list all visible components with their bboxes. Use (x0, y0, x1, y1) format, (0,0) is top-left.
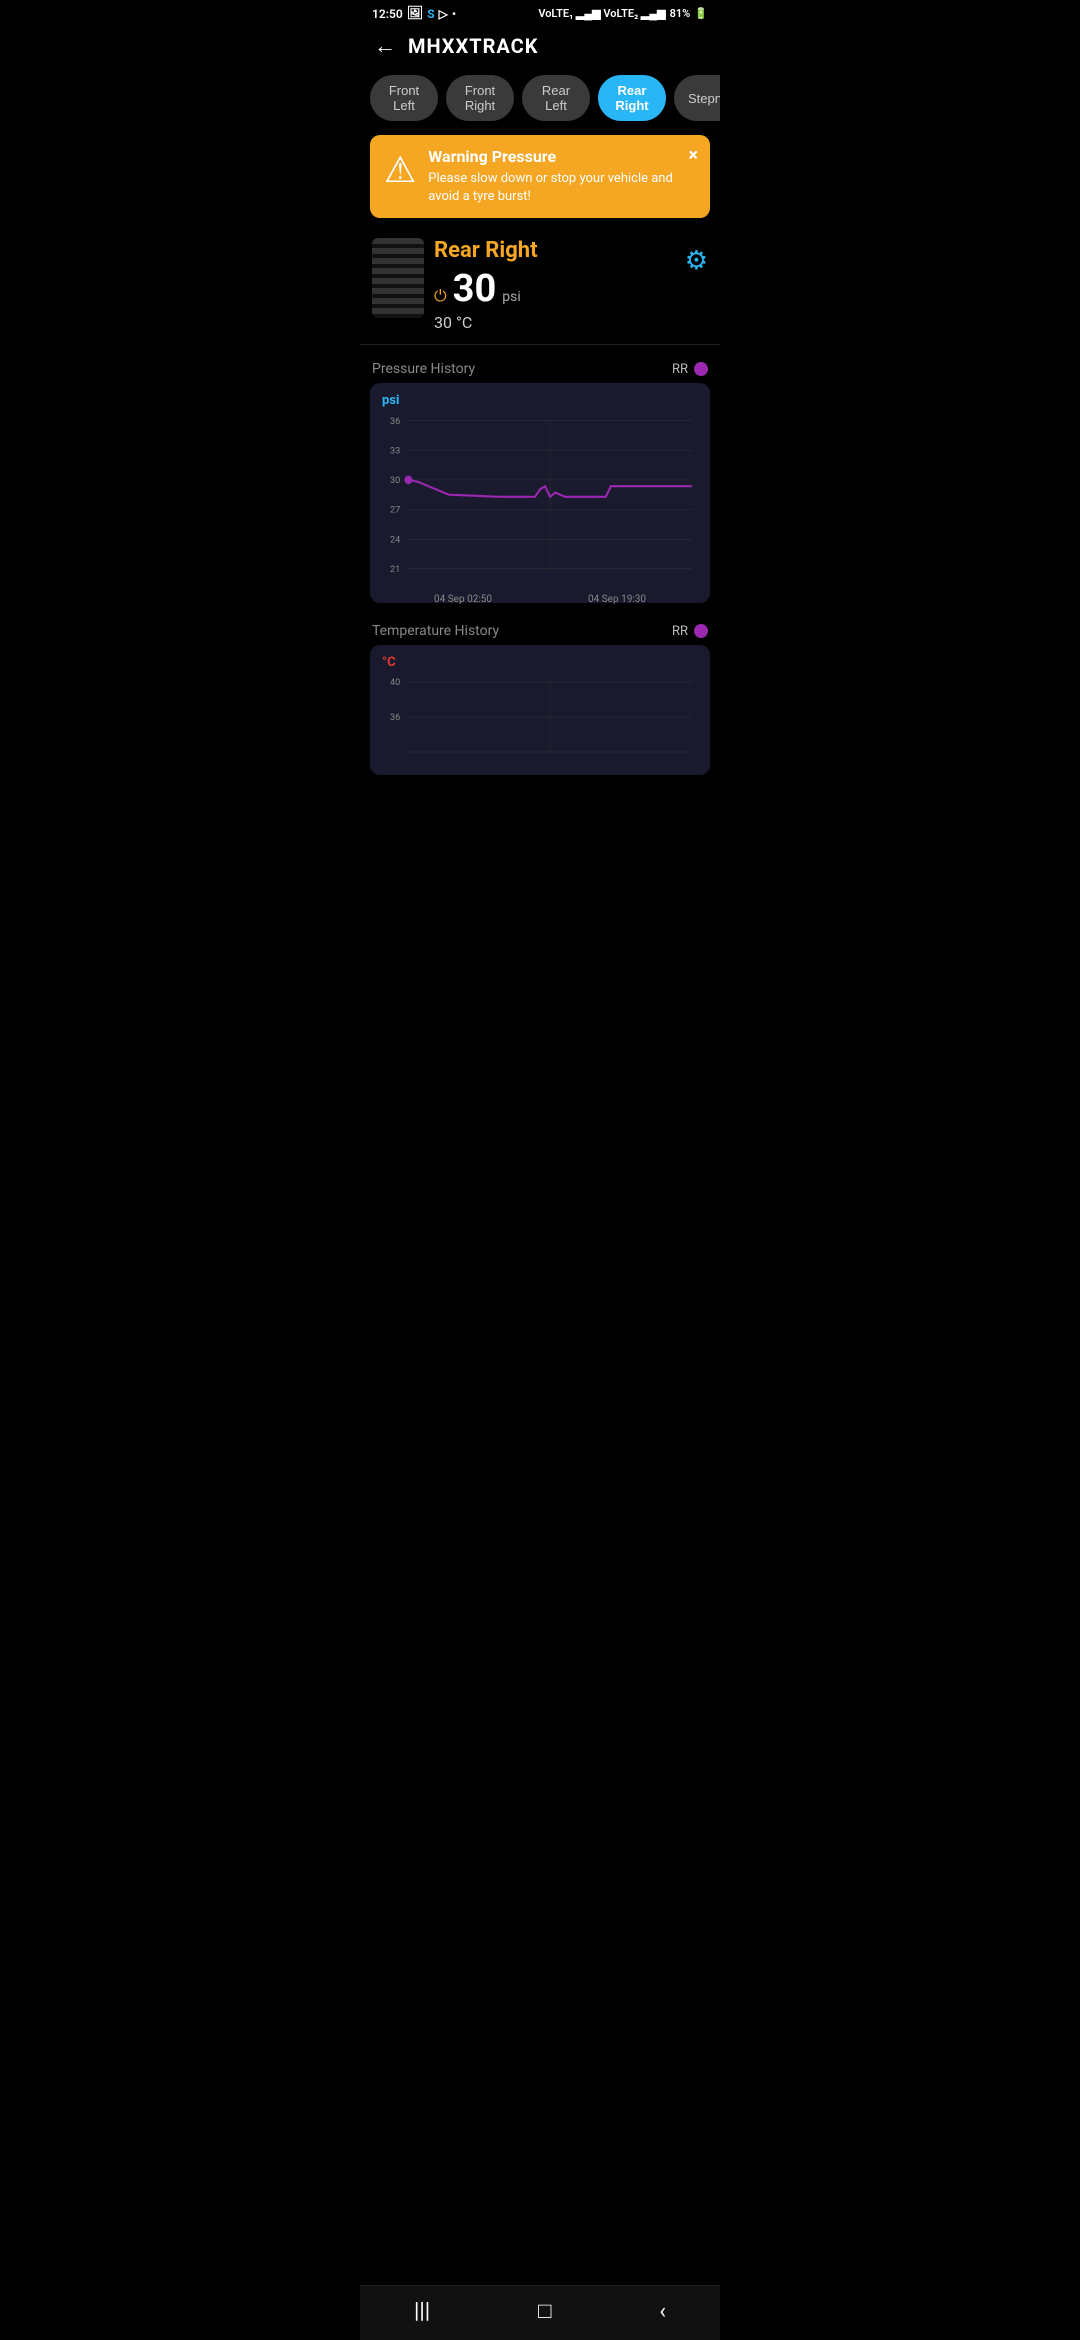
warning-close-button[interactable]: × (688, 145, 698, 166)
pressure-history-header: Pressure History RR (360, 351, 720, 383)
warning-description: Please slow down or stop your vehicle an… (428, 170, 696, 206)
nav-menu-button[interactable]: ||| (414, 2299, 430, 2324)
temperature-legend-dot (694, 624, 708, 638)
tire-name: Rear Right (434, 238, 675, 263)
time-label: 12:50 (372, 7, 403, 21)
svg-text:36: 36 (390, 713, 400, 723)
svg-text:40: 40 (390, 678, 400, 688)
tire-temperature: 30 °C (434, 313, 675, 332)
temperature-history-title: Temperature History (372, 623, 499, 639)
tire-card: Rear Right ⏻ 30 psi 30 °C ⚙ (360, 228, 720, 338)
pressure-icon: ⏻ (434, 286, 447, 306)
tire-image (372, 238, 424, 318)
s-icon: S (427, 7, 434, 21)
warning-triangle-icon: ⚠ (384, 149, 416, 191)
header: ← MHXXTRACK (360, 25, 720, 69)
tab-rear-right[interactable]: RearRight (598, 75, 666, 121)
pressure-chart-area: 36 33 30 27 24 21 (378, 410, 702, 590)
settings-button[interactable]: ⚙ (685, 246, 708, 276)
pressure-legend-label: RR (672, 362, 688, 377)
pressure-value: 30 (453, 267, 497, 311)
status-left: 12:50 🖼 S ▷ • (372, 6, 456, 21)
temperature-chart-svg: 40 36 (378, 672, 702, 762)
svg-text:24: 24 (390, 535, 401, 546)
divider-1 (360, 344, 720, 345)
warning-title: Warning Pressure (428, 147, 696, 166)
tab-front-left[interactable]: FrontLeft (370, 75, 438, 121)
tabs-row: FrontLeft FrontRight RearLeft RearRight … (360, 69, 720, 131)
tab-rear-left[interactable]: RearLeft (522, 75, 590, 121)
pressure-chart-container: psi 36 33 30 27 24 21 04 Sep 02:50 (370, 383, 710, 603)
tab-front-right[interactable]: FrontRight (446, 75, 514, 121)
pressure-row: ⏻ 30 psi (434, 267, 675, 311)
svg-text:21: 21 (390, 564, 400, 575)
temperature-chart-y-label: °C (378, 655, 702, 670)
status-bar: 12:50 🖼 S ▷ • VoLTE₁ ▂▄▆ VoLTE₂ ▂▄▆ 81% … (360, 0, 720, 25)
tire-info: Rear Right ⏻ 30 psi 30 °C (434, 238, 675, 332)
svg-text:36: 36 (390, 416, 400, 427)
pressure-chart-x-labels: 04 Sep 02:50 04 Sep 19:30 (378, 590, 702, 605)
temperature-legend-label: RR (672, 624, 688, 639)
pressure-chart-y-label: psi (378, 393, 702, 408)
tab-stepney[interactable]: Stepney (674, 75, 720, 121)
svg-text:30: 30 (390, 475, 400, 486)
signal-icon: VoLTE₁ ▂▄▆ VoLTE₂ ▂▄▆ (538, 7, 665, 20)
pressure-history-title: Pressure History (372, 361, 475, 377)
temperature-history-header: Temperature History RR (360, 613, 720, 645)
nav-back-button[interactable]: ‹ (659, 2299, 666, 2324)
pressure-unit: psi (502, 289, 521, 305)
status-right: VoLTE₁ ▂▄▆ VoLTE₂ ▂▄▆ 81% 🔋 (538, 7, 708, 20)
back-button[interactable]: ← (374, 33, 396, 59)
warning-banner: ⚠ Warning Pressure Please slow down or s… (370, 135, 710, 218)
temperature-chart-container: °C 40 36 (370, 645, 710, 775)
dot-icon: • (452, 7, 456, 21)
pressure-x-label-2: 04 Sep 19:30 (588, 594, 646, 605)
bottom-nav: ||| □ ‹ (360, 2285, 720, 2340)
pressure-x-label-1: 04 Sep 02:50 (434, 594, 492, 605)
pressure-legend-dot (694, 362, 708, 376)
svg-text:33: 33 (390, 446, 400, 457)
pressure-chart-svg: 36 33 30 27 24 21 (378, 410, 702, 590)
warning-text: Warning Pressure Please slow down or sto… (428, 147, 696, 206)
temperature-legend: RR (672, 624, 708, 639)
temperature-chart-area: 40 36 (378, 672, 702, 762)
photo-icon: 🖼 (407, 6, 424, 21)
app-title: MHXXTRACK (408, 34, 538, 58)
svg-text:27: 27 (390, 505, 400, 516)
pressure-legend: RR (672, 362, 708, 377)
battery-label: 81% (670, 7, 691, 20)
play-icon: ▷ (439, 7, 448, 21)
battery-icon: 🔋 (694, 7, 708, 20)
nav-home-button[interactable]: □ (538, 2298, 551, 2324)
